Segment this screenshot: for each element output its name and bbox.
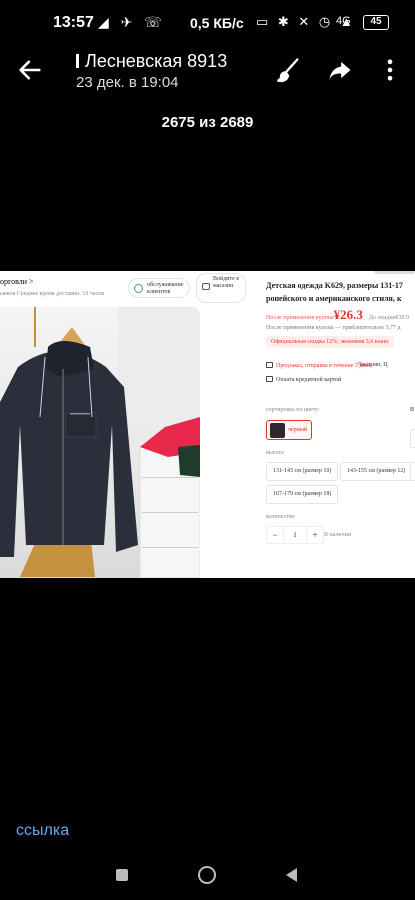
quantity-minus: −: [266, 526, 284, 544]
color-swatch: [270, 423, 285, 438]
height-label: высота: [266, 450, 284, 456]
shop-meta: ывков Среднее время доставки: 19 часов: [0, 291, 105, 297]
customer-service-button: обслуживание клиентов: [128, 278, 190, 298]
network-type: 4G: [336, 15, 351, 27]
share-icon[interactable]: [326, 56, 354, 84]
product-title-line1: Детская одежда K629, размеры 131-17: [266, 281, 403, 290]
headset-icon: [134, 284, 143, 293]
chat-title-text: Лесневская 8913: [85, 51, 228, 71]
credit-card-icon: [266, 376, 273, 382]
quantity-value: 1: [284, 526, 306, 544]
ship-from: Чжэцзян, Ц: [358, 362, 388, 368]
store-login-button: Войдите в магазин: [196, 273, 246, 303]
truck-icon: [266, 362, 273, 368]
edge-button: [410, 462, 415, 481]
product-title: Детская одежда K629, размеры 131-17 ропе…: [266, 279, 415, 305]
status-bar: 13:57 ◢ ✈ ☏ 0,5 КБ/с ▭ ✱ ✕ ◷ ▲ 4G 45: [0, 0, 415, 46]
price-row: После применения купона¥26.3 До скидки¥39…: [266, 307, 409, 323]
recents-button[interactable]: [116, 869, 128, 881]
shipping-info: Предзаказ, отправка в течение 5 дней: [266, 362, 372, 369]
color-option-black: черный: [266, 420, 312, 440]
store-icon: [202, 283, 210, 290]
back-arrow-icon[interactable]: [16, 56, 44, 84]
original-price: До скидки¥39.9: [368, 315, 409, 321]
coupon-note: После применения купона — приблизительно…: [266, 325, 401, 331]
message-date: 23 дек. в 19:04: [76, 74, 179, 91]
edge-tab: [374, 271, 415, 274]
network-speed: 0,5 КБ/с: [190, 15, 244, 31]
navigation-bar: [0, 852, 415, 900]
sort-by-color-label: сортировка по цвету:: [266, 407, 320, 413]
quantity-plus: +: [306, 526, 324, 544]
size-option: 131-143 см (размер 10): [266, 462, 339, 481]
availability-text: В наличии: [324, 532, 352, 538]
customer-service-label: обслуживание клиентов: [147, 282, 184, 295]
back-button[interactable]: [286, 868, 297, 882]
product-title-line2: ропейского и американского стиля, к: [266, 294, 402, 303]
size-option: 143-155 см (размер 12): [340, 462, 413, 481]
payment-info: Оплата кредитной картой: [266, 376, 341, 383]
price-prefix: После применения купона: [266, 315, 334, 321]
edit-brush-icon[interactable]: [274, 56, 302, 84]
chat-title: Лесневская 8913: [76, 51, 227, 72]
battery-icon: 45: [363, 15, 389, 30]
quantity-label: количество: [266, 514, 295, 520]
status-time: 13:57: [53, 14, 94, 31]
shop-link: орговли >: [0, 277, 34, 286]
size-option: 167-179 см (размер 18): [266, 485, 339, 504]
price-value: 26.3: [340, 307, 363, 322]
shared-screenshot[interactable]: орговли > ывков Среднее время доставки: …: [0, 271, 415, 578]
payment-text: Оплата кредитной картой: [276, 377, 342, 383]
official-discount-badge: Официальная скидка 12%, экономия 3,6 юан…: [266, 336, 395, 348]
app-bar: Лесневская 8913 23 дек. в 19:04: [0, 46, 415, 96]
edge-button: [410, 429, 415, 448]
home-button[interactable]: [198, 866, 216, 884]
link-text[interactable]: ссылка: [16, 822, 69, 840]
quantity-stepper: − 1 +: [266, 526, 324, 544]
image-counter: 2675 из 2689: [161, 114, 254, 131]
notification-icons: ◢ ✈ ☏: [98, 14, 166, 30]
store-login-label: Войдите в магазин: [213, 276, 240, 289]
product-photo: [0, 307, 200, 578]
more-options-icon[interactable]: [376, 56, 404, 84]
color-label: черный: [288, 427, 308, 433]
sort-right-label: В: [410, 407, 415, 413]
